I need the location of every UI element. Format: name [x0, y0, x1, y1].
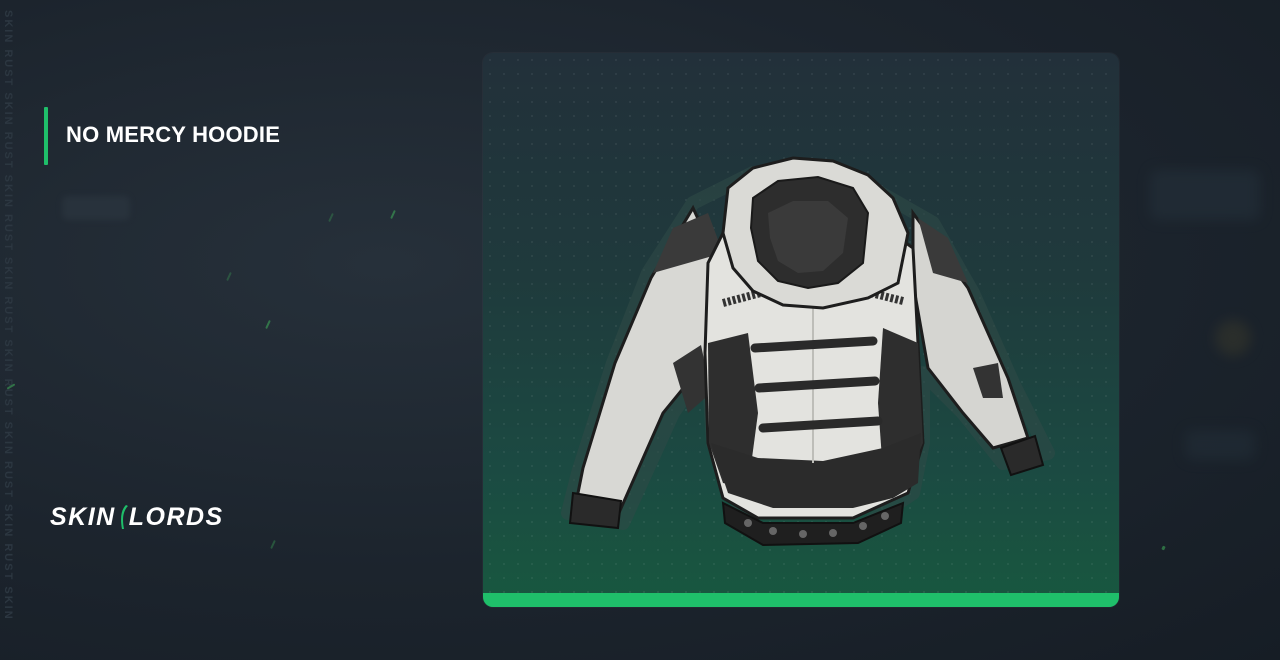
item-card — [483, 53, 1119, 607]
side-watermark: SKIN RUST SKIN RUST SKIN RUST SKIN RUST … — [2, 0, 16, 660]
decor-speck — [1161, 545, 1166, 551]
decor-speck — [328, 212, 334, 223]
logo-text-right: LORDS — [128, 502, 224, 531]
title-accent-bar — [44, 107, 48, 165]
blurred-chip — [62, 196, 130, 220]
blurred-panel — [1150, 170, 1260, 220]
decor-speck — [265, 319, 271, 330]
decor-speck — [390, 209, 396, 220]
logo-slash-icon — [120, 505, 128, 529]
card-rarity-bar — [483, 593, 1119, 607]
hoodie-image — [561, 156, 1055, 547]
side-watermark-text: SKIN RUST SKIN RUST SKIN RUST SKIN RUST … — [2, 10, 14, 621]
decor-speck — [270, 539, 276, 550]
item-title: NO MERCY HOODIE — [66, 122, 281, 147]
decor-speck — [226, 271, 232, 282]
logo-text-left: SKIN — [50, 502, 116, 531]
blurred-panel — [1185, 430, 1255, 460]
blurred-circle — [1215, 320, 1251, 356]
skinlords-logo: SKIN LORDS — [50, 500, 224, 534]
